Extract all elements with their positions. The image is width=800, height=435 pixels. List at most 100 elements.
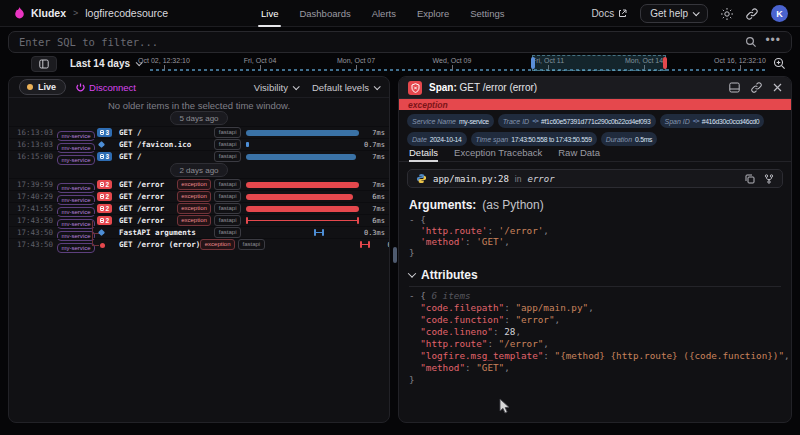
row-marker[interactable]: 2 [97,179,119,191]
copy-icon[interactable] [745,174,755,184]
selection-start-handle[interactable] [531,57,535,69]
attributes-heading[interactable]: Attributes [409,268,791,282]
timeline[interactable]: Oct 02, 12:32:10Fri, Oct 04Mon, Oct 07We… [140,56,768,73]
scrollbar-thumb[interactable] [393,247,397,263]
attributes-code: - { 6 items "code.filepath": "app/main.p… [409,290,791,386]
theme-toggle-icon[interactable] [721,8,733,20]
span-name: GET /error [119,204,164,213]
row-duration: 6ms [359,193,385,201]
share-link-icon[interactable] [746,8,758,20]
row-marker[interactable]: 2 [97,203,119,215]
chevron-down-icon [374,83,381,90]
timeline-tick-label: Mon, Oct 07 [337,57,375,64]
meta-pill: Date2024-10-14 [407,132,467,146]
tab-live[interactable]: Live [261,0,278,27]
timeline-tick [164,65,165,70]
visibility-dropdown[interactable]: Visibility [254,82,298,93]
tag-fastapi[interactable]: fastapi [214,151,241,162]
meta-pill: Duration0.5ms [601,132,657,146]
tag-fastapi[interactable]: fastapi [214,127,241,138]
error-dot-icon [100,243,105,248]
row-duration: 0.7ms [359,141,385,149]
children-count-badge[interactable]: 3 [97,152,112,161]
close-icon[interactable] [773,83,782,92]
row-marker[interactable]: 2 [97,191,119,203]
mouse-cursor [499,398,511,415]
row-timestamp: 17:43:50 [17,240,55,249]
get-help-button[interactable]: Get help [640,4,708,23]
row-marker[interactable]: 3 [97,151,119,163]
children-count-badge[interactable]: 2 [97,180,112,189]
meta-pill: Service Namemy-service [407,114,494,128]
selection-end-handle[interactable] [663,57,667,69]
tag-fastapi[interactable]: fastapi [214,139,241,150]
disconnect-button[interactable]: Disconnect [76,82,136,93]
row-marker[interactable]: 3 [97,127,119,139]
timeline-baseline [150,69,766,71]
chevron-down-icon [693,9,700,16]
timeline-selection[interactable] [532,55,666,71]
tag-fastapi[interactable]: fastapi [214,203,241,214]
topbar: Kludex > logfirecodesource LiveDashboard… [0,0,800,27]
time-ago-pill: 2 days ago [170,163,227,177]
tag-exception[interactable]: exception [200,239,235,250]
tag-fastapi[interactable]: fastapi [238,239,265,250]
detail-tab-exception-traceback[interactable]: Exception Traceback [454,147,542,161]
org-name[interactable]: Kludex [31,7,66,19]
docs-link[interactable]: Docs [591,8,627,19]
tab-settings[interactable]: Settings [470,0,504,27]
error-shield-icon [408,81,422,95]
timeline-tick-label: Oct 02, 12:32:10 [138,57,190,64]
row-marker[interactable]: 2 [97,215,119,227]
avatar[interactable]: K [771,5,788,22]
code-location[interactable]: app/main.py:28 in error [407,169,783,188]
zoom-to-selection-icon[interactable] [773,57,786,70]
dock-panel-icon[interactable] [729,82,740,93]
tab-explore[interactable]: Explore [417,0,449,27]
time-range-select[interactable]: Last 14 days [70,58,141,69]
search-icon[interactable] [745,36,757,48]
children-count-badge[interactable]: 3 [97,128,112,137]
row-marker[interactable] [97,239,119,251]
copy-link-icon[interactable] [751,82,762,93]
tag-fastapi[interactable]: fastapi [214,191,241,202]
project-name[interactable]: logfirecodesource [85,7,168,19]
default-levels-dropdown[interactable]: Default levels [312,82,379,93]
row-marker[interactable] [97,139,119,151]
arguments-heading: Arguments:(as Python) [409,198,791,212]
children-count-badge[interactable]: 2 [97,216,112,225]
children-count-badge[interactable]: 2 [97,204,112,213]
filter-more-menu[interactable]: ••• [765,33,781,47]
row-marker[interactable] [97,227,119,239]
tab-dashboards[interactable]: Dashboards [299,0,350,27]
span-name: GET / [119,128,142,137]
detail-tab-raw-data[interactable]: Raw Data [558,147,600,161]
trace-row[interactable]: 16:15:00my-service3GET /fastapi7ms [9,150,389,162]
span-name: GET /error [119,180,164,189]
tag-fastapi[interactable]: fastapi [214,179,241,190]
trace-row[interactable]: 17:43:50my-serviceGET /error (error)exce… [9,238,389,250]
duration-bar [246,191,359,203]
row-duration: 7ms [359,205,385,213]
span-diamond-icon [98,141,105,148]
tag-fastapi[interactable]: fastapi [214,227,241,238]
sidebar-toggle-button[interactable] [31,56,57,72]
service-tag[interactable]: my-service [57,243,95,253]
logfire-logo-icon [14,7,25,20]
detail-tab-details[interactable]: Details [409,147,438,161]
tag-exception[interactable]: exception [177,203,212,214]
row-timestamp: 16:13:03 [17,140,55,149]
tag-exception[interactable]: exception [177,179,212,190]
tag-exception[interactable]: exception [177,215,212,226]
tab-alerts[interactable]: Alerts [372,0,396,27]
sql-filter-input[interactable]: Enter SQL to filter... ••• [8,31,792,53]
github-fork-icon[interactable] [764,174,774,184]
live-button[interactable]: Live [19,79,66,95]
tag-fastapi[interactable]: fastapi [214,215,241,226]
service-tag[interactable]: my-service [57,155,95,165]
row-timestamp: 17:39:59 [17,180,55,189]
detail-tabs: Details Exception Traceback Raw Data [399,148,791,162]
tag-exception[interactable]: exception [177,191,212,202]
children-count-badge[interactable]: 2 [97,192,112,201]
duration-bar [246,203,359,215]
